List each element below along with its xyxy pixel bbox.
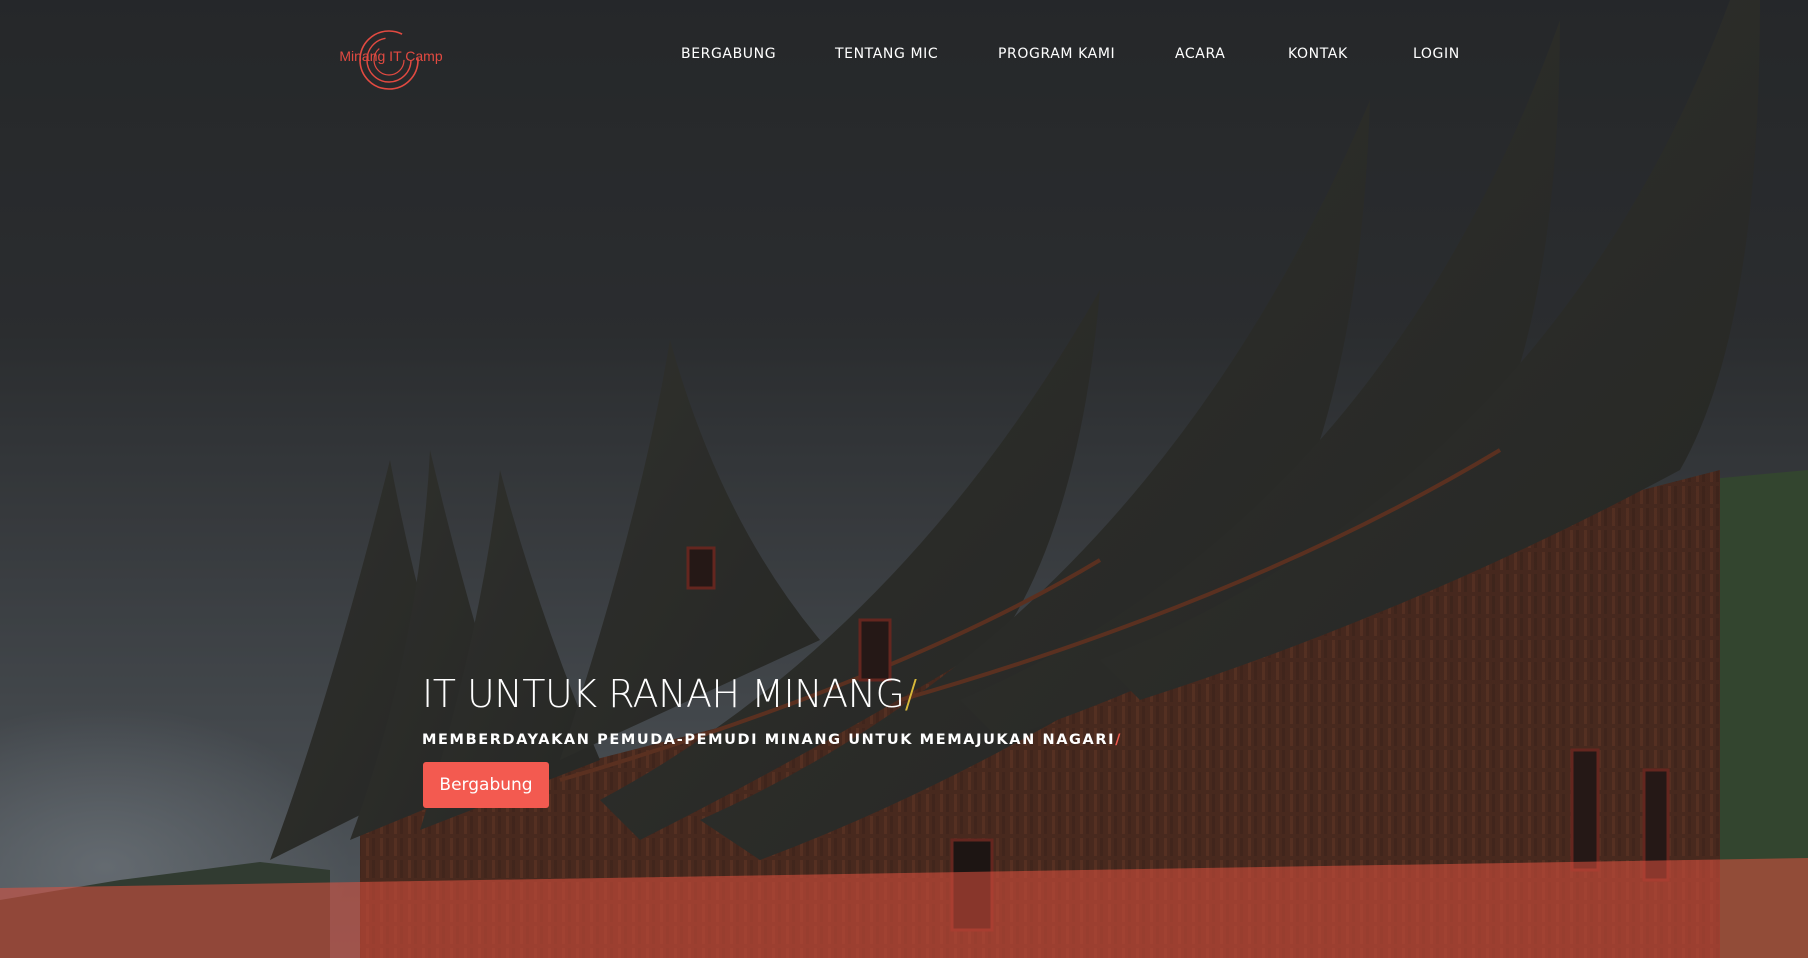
nav-item-kontak[interactable]: KONTAK xyxy=(1288,46,1348,62)
hero-title-text: IT UNTUK RANAH MINANG xyxy=(422,672,905,716)
main-nav: BERGABUNG TENTANG MIC PROGRAM KAMI ACARA… xyxy=(0,46,1808,72)
nav-item-program-kami[interactable]: PROGRAM KAMI xyxy=(998,46,1115,62)
hero-title: IT UNTUK RANAH MINANG/ xyxy=(422,672,917,716)
hero-title-slash: / xyxy=(904,672,917,716)
nav-item-bergabung[interactable]: BERGABUNG xyxy=(681,46,776,62)
hero-subtitle-text: MEMBERDAYAKAN PEMUDA-PEMUDI MINANG UNTUK… xyxy=(422,732,1116,748)
nav-item-login[interactable]: LOGIN xyxy=(1413,46,1460,62)
hero-subtitle-slash: / xyxy=(1115,732,1123,748)
nav-item-acara[interactable]: ACARA xyxy=(1175,46,1225,62)
hero-subtitle: MEMBERDAYAKAN PEMUDA-PEMUDI MINANG UNTUK… xyxy=(422,732,1122,748)
nav-item-tentang-mic[interactable]: TENTANG MIC xyxy=(835,46,938,62)
hero-dark-overlay xyxy=(0,0,1808,958)
hero-background xyxy=(0,0,1808,958)
join-button[interactable]: Bergabung xyxy=(423,762,549,808)
